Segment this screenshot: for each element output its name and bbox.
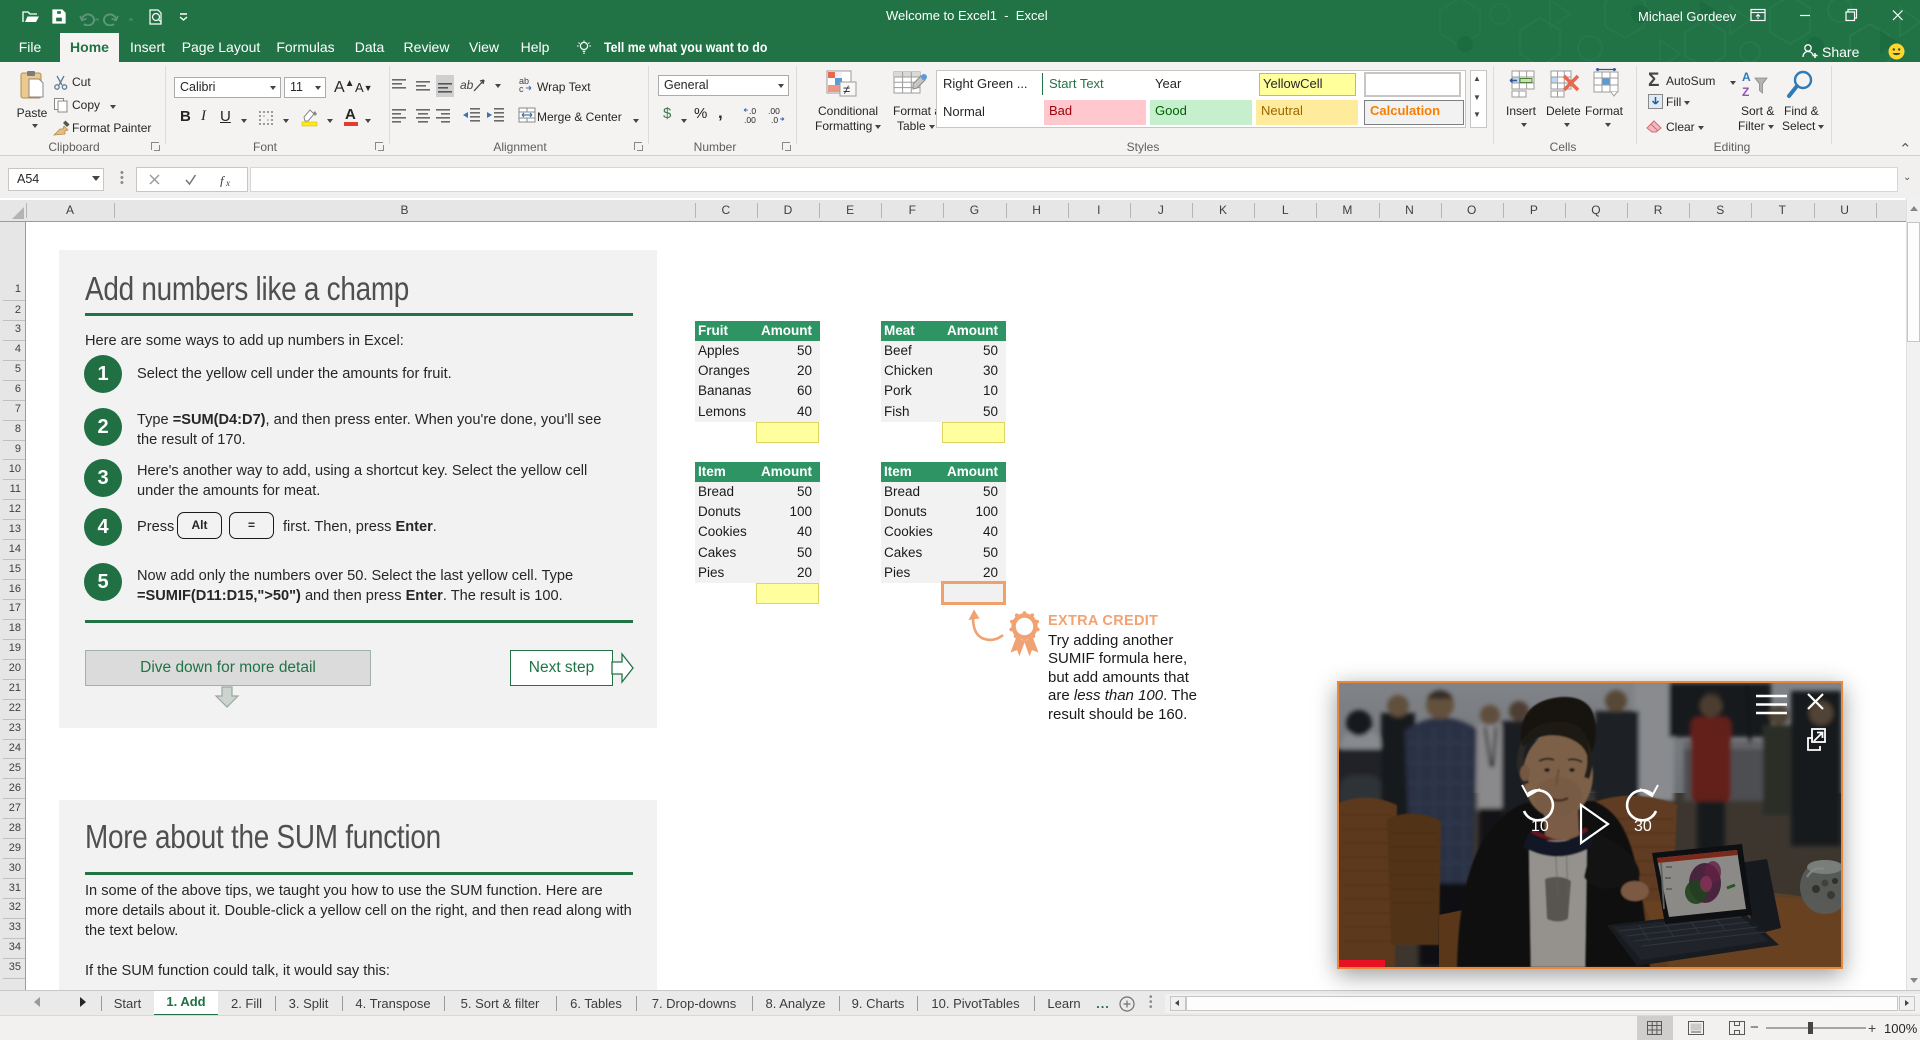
- svg-text:.0: .0: [771, 115, 778, 125]
- svg-text:A: A: [1742, 70, 1751, 84]
- svg-text:30: 30: [1634, 818, 1652, 835]
- svg-text:c: c: [519, 84, 524, 93]
- svg-text:≠: ≠: [843, 82, 850, 97]
- svg-text:Z: Z: [1742, 85, 1749, 99]
- svg-text:.00: .00: [744, 115, 756, 125]
- svg-text:x: x: [225, 178, 230, 187]
- svg-text:ab: ab: [460, 78, 474, 92]
- svg-text:10: 10: [1531, 818, 1549, 835]
